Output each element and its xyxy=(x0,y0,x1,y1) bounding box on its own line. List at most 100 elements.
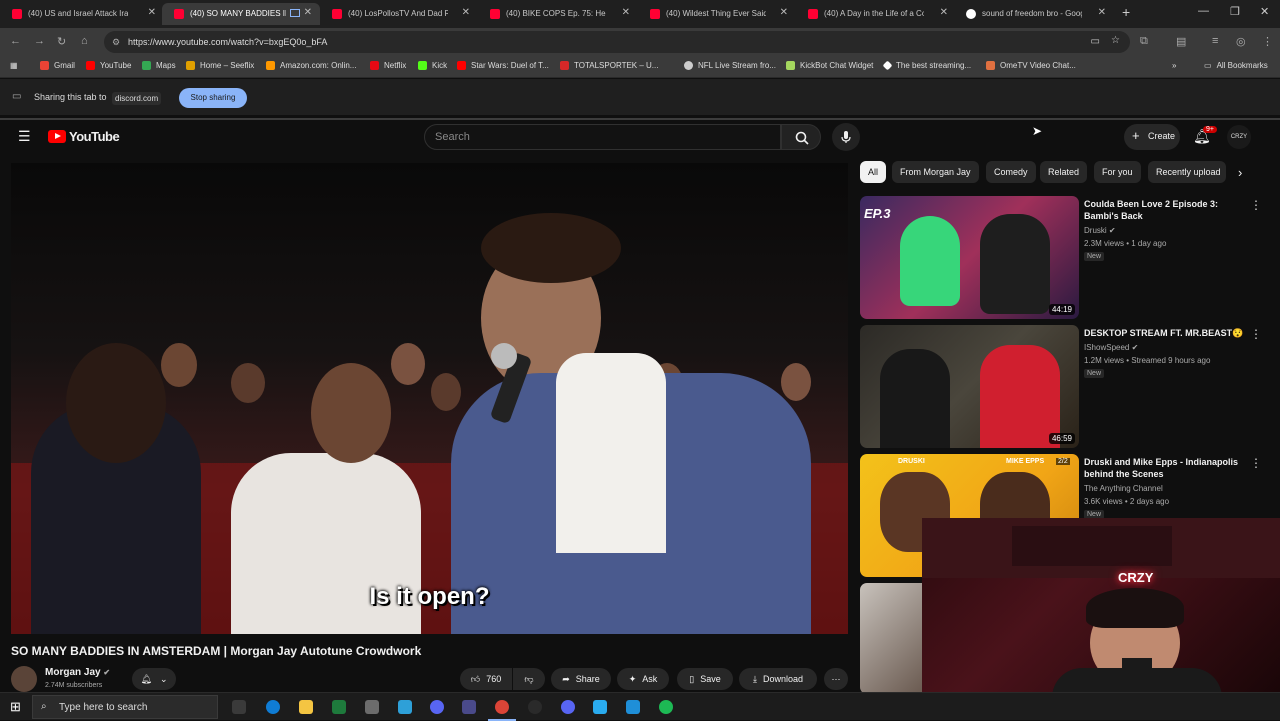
sidebar-icon[interactable]: ▤ xyxy=(1176,35,1186,48)
bookmark-netflix[interactable]: Netflix xyxy=(370,61,406,70)
all-bookmarks-button[interactable]: ▭ All Bookmarks xyxy=(1204,61,1268,70)
reload-icon[interactable]: ↻ xyxy=(57,35,66,48)
browser-tab[interactable]: sound of freedom bro - Google ✕ xyxy=(954,3,1114,25)
edge-icon[interactable] xyxy=(266,700,280,714)
bookmark-youtube[interactable]: YouTube xyxy=(86,61,131,70)
more-bookmarks-icon[interactable]: » xyxy=(1172,61,1176,70)
browser-tab[interactable]: (40) US and Israel Attack Iran - ✕ xyxy=(0,3,164,25)
account-avatar[interactable]: CRZY xyxy=(1227,125,1251,149)
task-view-icon[interactable] xyxy=(232,700,246,714)
extensions-icon[interactable]: ⧉ xyxy=(1140,35,1148,48)
channel-name[interactable]: The Anything Channel xyxy=(1084,484,1163,493)
recommendation-item[interactable]: 46:59 DESKTOP STREAM FT. MR.BEAST😯 IShow… xyxy=(860,325,1280,449)
channel-name[interactable]: Druski ✔ xyxy=(1084,226,1116,235)
app-icon[interactable] xyxy=(398,700,412,714)
chip-recently-uploaded[interactable]: Recently upload xyxy=(1148,161,1226,183)
download-button[interactable]: ⤓ Download xyxy=(739,668,817,690)
video-thumbnail[interactable] xyxy=(860,583,922,694)
search-button[interactable] xyxy=(781,124,821,150)
video-title[interactable]: Coulda Been Love 2 Episode 3: Bambi's Ba… xyxy=(1084,198,1252,222)
create-button[interactable]: + Create xyxy=(1124,124,1180,150)
video-title[interactable]: DESKTOP STREAM FT. MR.BEAST😯 xyxy=(1084,327,1252,339)
channel-avatar[interactable] xyxy=(11,666,37,692)
menu-icon[interactable]: ⋮ xyxy=(1262,35,1273,48)
bookmark-kick[interactable]: Kick xyxy=(418,61,447,70)
more-options-icon[interactable]: ⋮ xyxy=(1250,198,1262,212)
browser-tab-active[interactable]: (40) SO MANY BADDIES IN ✕ xyxy=(162,3,320,25)
close-icon[interactable]: ✕ xyxy=(780,7,788,18)
hamburger-menu-icon[interactable]: ☰ xyxy=(18,128,31,145)
bookmark-nfl[interactable]: NFL Live Stream fro... xyxy=(684,61,776,70)
chrome-icon[interactable] xyxy=(495,700,509,714)
channel-name[interactable]: Morgan Jay ✔ xyxy=(45,667,110,678)
close-icon[interactable]: ✕ xyxy=(462,7,470,18)
dislike-button[interactable]: 👎︎ xyxy=(513,668,545,690)
spotify-icon[interactable] xyxy=(659,700,673,714)
discord-icon[interactable] xyxy=(561,700,575,714)
stop-sharing-button[interactable]: Stop sharing xyxy=(179,88,247,108)
window-close-icon[interactable]: ✕ xyxy=(1260,5,1269,18)
app-icon[interactable] xyxy=(462,700,476,714)
taskbar-search[interactable]: ⌕ Type here to search xyxy=(32,695,218,719)
share-button[interactable]: ➦ Share xyxy=(551,668,611,690)
bookmark-ometv[interactable]: OmeTV Video Chat... xyxy=(986,61,1076,70)
browser-tab[interactable]: (40) Wildest Thing Ever Said at ✕ xyxy=(638,3,796,25)
bookmark-seeflix[interactable]: Home – Seeflix xyxy=(186,61,254,70)
chip-related[interactable]: Related xyxy=(1040,161,1088,183)
more-options-icon[interactable]: ⋮ xyxy=(1250,327,1262,341)
search-input[interactable]: Search xyxy=(424,124,781,150)
browser-tab[interactable]: (40) A Day in the Life of a Come ✕ xyxy=(796,3,956,25)
more-options-icon[interactable]: ⋮ xyxy=(1250,456,1262,470)
chevron-right-icon[interactable]: › xyxy=(1238,165,1242,180)
chip-from-morgan-jay[interactable]: From Morgan Jay xyxy=(892,161,979,183)
store-icon[interactable] xyxy=(332,700,346,714)
like-button[interactable]: 👍︎ 760 xyxy=(460,668,512,690)
save-button[interactable]: ▯ Save xyxy=(677,668,733,690)
ask-button[interactable]: ✦ Ask xyxy=(617,668,669,690)
app-icon[interactable] xyxy=(365,700,379,714)
app-icon[interactable] xyxy=(593,700,607,714)
video-title[interactable]: Druski and Mike Epps - Indianapolis behi… xyxy=(1084,456,1252,480)
profile-icon[interactable]: ◎ xyxy=(1236,35,1246,48)
bookmark-star-wars[interactable]: Star Wars: Duel of T... xyxy=(457,61,549,70)
minimize-icon[interactable]: — xyxy=(1198,5,1209,17)
url-field[interactable]: ⚙ https://www.youtube.com/watch?v=bxgEQ0… xyxy=(104,31,1130,53)
chip-comedy[interactable]: Comedy xyxy=(986,161,1036,183)
obs-icon[interactable] xyxy=(528,700,542,714)
new-tab-button[interactable]: + xyxy=(1122,4,1130,20)
close-icon[interactable]: ✕ xyxy=(148,7,156,18)
forward-icon[interactable]: → xyxy=(34,35,45,47)
close-icon[interactable]: ✕ xyxy=(940,7,948,18)
chip-for-you[interactable]: For you xyxy=(1094,161,1141,183)
cast-icon[interactable]: ▭ xyxy=(1091,36,1100,47)
browser-tab[interactable]: (40) LosPollosTV And Dad Reac ✕ xyxy=(320,3,478,25)
media-icon[interactable]: ≡ xyxy=(1212,35,1218,47)
back-icon[interactable]: ← xyxy=(10,35,21,47)
browser-tab[interactable]: (40) BIKE COPS Ep. 75: He's My ✕ xyxy=(478,3,638,25)
app-icon[interactable] xyxy=(626,700,640,714)
close-icon[interactable]: ✕ xyxy=(1098,7,1106,18)
video-player[interactable]: Is it open? xyxy=(11,163,848,634)
restore-icon[interactable]: ❐ xyxy=(1230,5,1240,18)
more-actions-button[interactable]: ⋯ xyxy=(824,668,848,690)
video-thumbnail[interactable]: 46:59 xyxy=(860,325,1079,448)
recommendation-item[interactable]: EP.3 44:19 Coulda Been Love 2 Episode 3:… xyxy=(860,196,1280,320)
bookmark-gmail[interactable]: Gmail xyxy=(40,61,75,70)
youtube-logo[interactable]: YouTube xyxy=(48,129,120,144)
file-explorer-icon[interactable] xyxy=(299,700,313,714)
subscribed-button[interactable]: 🔔︎ ⌄ xyxy=(132,668,176,690)
site-info-icon[interactable]: ⚙ xyxy=(112,37,120,48)
bookmark-kickbot[interactable]: KickBot Chat Widget xyxy=(786,61,873,70)
bookmark-amazon[interactable]: Amazon.com: Onlin... xyxy=(266,61,356,70)
bookmark-streaming[interactable]: The best streaming... xyxy=(882,60,971,71)
windows-start-icon[interactable]: ⊞ xyxy=(10,699,21,715)
channel-name[interactable]: IShowSpeed ✔ xyxy=(1084,343,1138,352)
voice-search-button[interactable] xyxy=(832,123,860,151)
close-icon[interactable]: ✕ xyxy=(622,7,630,18)
close-icon[interactable]: ✕ xyxy=(304,7,312,18)
apps-icon[interactable]: ▦ xyxy=(10,61,18,70)
app-icon[interactable] xyxy=(430,700,444,714)
bookmark-totalsportek[interactable]: TOTALSPORTEK – U... xyxy=(560,61,658,70)
home-icon[interactable]: ⌂ xyxy=(81,35,88,47)
bookmark-maps[interactable]: Maps xyxy=(142,61,176,70)
